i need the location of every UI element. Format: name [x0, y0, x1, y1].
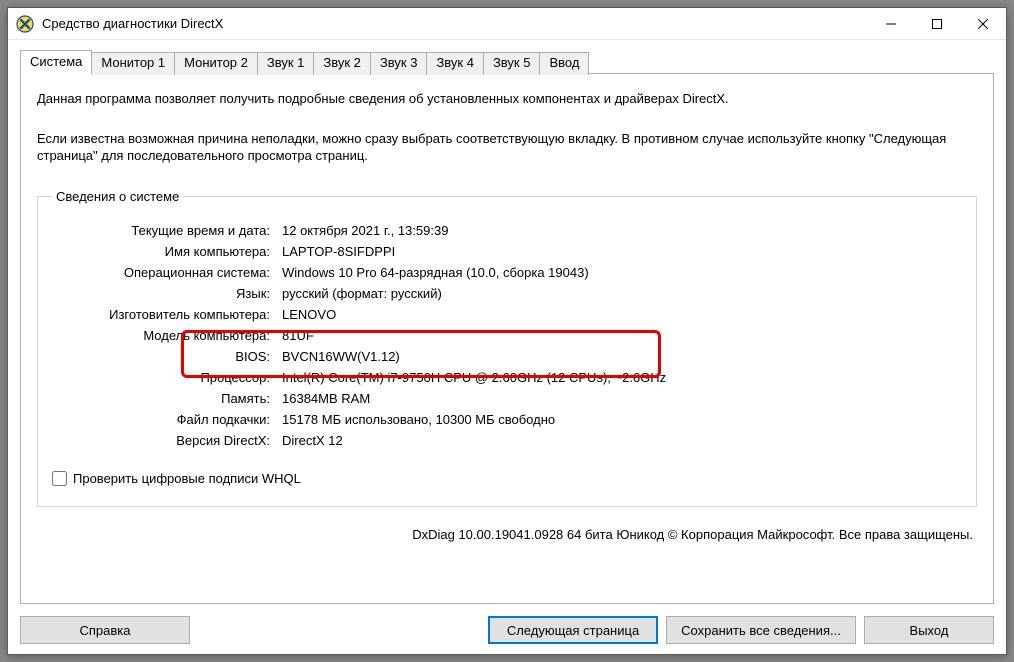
system-info-row: Имя компьютера:LAPTOP-8SIFDPPI — [52, 241, 666, 262]
system-info-value: LENOVO — [276, 304, 666, 325]
system-info-row: Модель компьютера:81UF — [52, 325, 666, 346]
system-info-row: Память:16384MB RAM — [52, 388, 666, 409]
maximize-button[interactable] — [914, 8, 960, 39]
system-info-label: Модель компьютера: — [52, 325, 276, 346]
whql-checkbox-row: Проверить цифровые подписи WHQL — [52, 471, 962, 486]
titlebar[interactable]: Средство диагностики DirectX — [8, 8, 1006, 40]
system-info-row: BIOS:BVCN16WW(V1.12) — [52, 346, 666, 367]
system-info-label: Изготовитель компьютера: — [52, 304, 276, 325]
tab-звук-5[interactable]: Звук 5 — [483, 52, 541, 75]
system-info-label: Текущие время и дата: — [52, 220, 276, 241]
system-info-legend: Сведения о системе — [52, 189, 183, 204]
exit-button[interactable]: Выход — [864, 616, 994, 644]
tab-звук-3[interactable]: Звук 3 — [370, 52, 428, 75]
system-info-value: русский (формат: русский) — [276, 283, 666, 304]
intro-paragraph-2: Если известна возможная причина неполадк… — [37, 130, 977, 165]
system-info-label: Версия DirectX: — [52, 430, 276, 451]
tab-монитор-1[interactable]: Монитор 1 — [91, 52, 175, 75]
system-info-value: 15178 МБ использовано, 10300 МБ свободно — [276, 409, 666, 430]
system-info-label: Файл подкачки: — [52, 409, 276, 430]
tab-монитор-2[interactable]: Монитор 2 — [174, 52, 258, 75]
content-area: СистемаМонитор 1Монитор 2Звук 1Звук 2Зву… — [8, 40, 1006, 610]
button-bar: Справка Следующая страница Сохранить все… — [8, 610, 1006, 654]
window-controls — [868, 8, 1006, 39]
window-title: Средство диагностики DirectX — [42, 16, 868, 31]
footer-copyright: DxDiag 10.00.19041.0928 64 бита Юникод ©… — [37, 527, 977, 542]
system-info-table: Текущие время и дата:12 октября 2021 г.,… — [52, 220, 666, 451]
dxdiag-window: Средство диагностики DirectX СистемаМони… — [7, 7, 1007, 655]
system-info-row: Изготовитель компьютера:LENOVO — [52, 304, 666, 325]
system-info-label: Язык: — [52, 283, 276, 304]
system-info-value: BVCN16WW(V1.12) — [276, 346, 666, 367]
system-info-value: 12 октября 2021 г., 13:59:39 — [276, 220, 666, 241]
save-all-button[interactable]: Сохранить все сведения... — [666, 616, 856, 644]
system-info-label: Память: — [52, 388, 276, 409]
tab-звук-2[interactable]: Звук 2 — [313, 52, 371, 75]
next-page-button[interactable]: Следующая страница — [488, 616, 658, 644]
system-info-value: LAPTOP-8SIFDPPI — [276, 241, 666, 262]
system-info-row: Текущие время и дата:12 октября 2021 г.,… — [52, 220, 666, 241]
tab-strip: СистемаМонитор 1Монитор 2Звук 1Звук 2Зву… — [20, 50, 994, 73]
system-info-label: Операционная система: — [52, 262, 276, 283]
system-info-row: Процессор:Intel(R) Core(TM) i7-9750H CPU… — [52, 367, 666, 388]
tab-ввод[interactable]: Ввод — [539, 52, 589, 75]
system-info-group: Сведения о системе Текущие время и дата:… — [37, 189, 977, 507]
tab-звук-4[interactable]: Звук 4 — [426, 52, 484, 75]
system-info-value: Intel(R) Core(TM) i7-9750H CPU @ 2.60GHz… — [276, 367, 666, 388]
system-info-row: Версия DirectX:DirectX 12 — [52, 430, 666, 451]
system-info-value: DirectX 12 — [276, 430, 666, 451]
button-spacer — [198, 616, 480, 644]
system-info-row: Файл подкачки:15178 МБ использовано, 103… — [52, 409, 666, 430]
minimize-button[interactable] — [868, 8, 914, 39]
tab-звук-1[interactable]: Звук 1 — [257, 52, 315, 75]
system-info-label: Процессор: — [52, 367, 276, 388]
whql-checkbox[interactable] — [52, 471, 67, 486]
system-info-row: Язык:русский (формат: русский) — [52, 283, 666, 304]
system-info-value: 81UF — [276, 325, 666, 346]
tab-panel-system: Данная программа позволяет получить подр… — [20, 73, 994, 604]
help-button[interactable]: Справка — [20, 616, 190, 644]
intro-paragraph-1: Данная программа позволяет получить подр… — [37, 90, 977, 108]
system-info-label: Имя компьютера: — [52, 241, 276, 262]
tab-система[interactable]: Система — [20, 50, 92, 74]
system-info-value: 16384MB RAM — [276, 388, 666, 409]
close-button[interactable] — [960, 8, 1006, 39]
dxdiag-icon — [16, 15, 34, 33]
whql-checkbox-label[interactable]: Проверить цифровые подписи WHQL — [73, 471, 301, 486]
system-info-value: Windows 10 Pro 64-разрядная (10.0, сборк… — [276, 262, 666, 283]
system-info-row: Операционная система:Windows 10 Pro 64-р… — [52, 262, 666, 283]
system-info-label: BIOS: — [52, 346, 276, 367]
